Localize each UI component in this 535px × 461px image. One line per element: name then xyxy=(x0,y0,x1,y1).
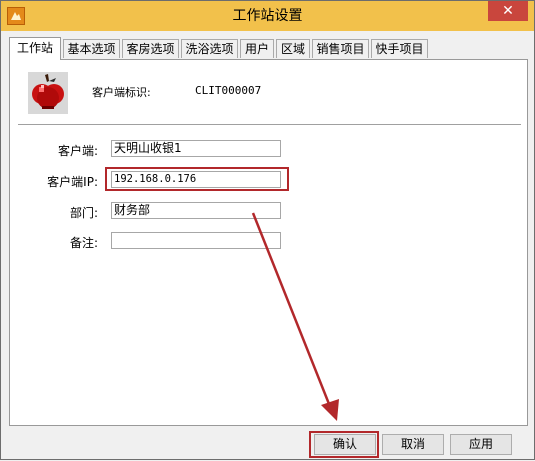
annotation-arrow xyxy=(251,212,339,421)
ok-button[interactable]: 确认 xyxy=(314,434,376,455)
settings-window: 工作站设置 ✕ 工作站 基本选项 客房选项 洗浴选项 用户 区域 销售项目 快手… xyxy=(0,0,535,460)
apply-button[interactable]: 应用 xyxy=(450,434,512,455)
cancel-button[interactable]: 取消 xyxy=(382,434,444,455)
tab-workstation[interactable]: 工作站 xyxy=(9,37,61,60)
